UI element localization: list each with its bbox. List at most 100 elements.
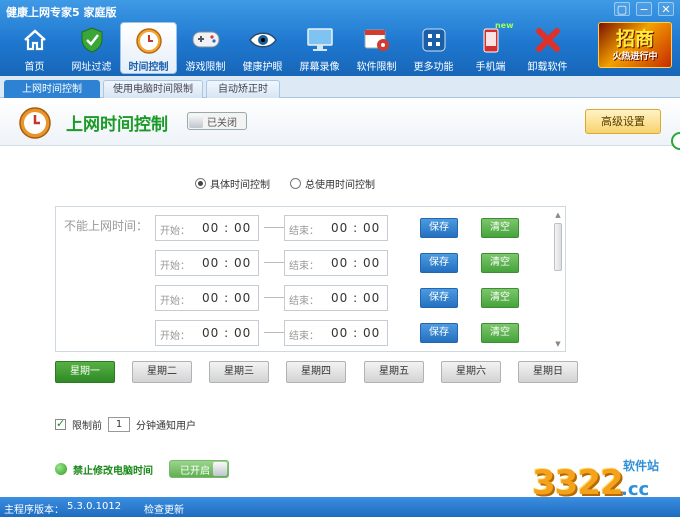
start-time-value: 00 : 00 bbox=[202, 221, 252, 235]
close-button[interactable]: ✕ bbox=[658, 2, 674, 16]
lock-time-label: 禁止修改电脑时间 bbox=[73, 465, 153, 477]
end-label: 结束： bbox=[289, 331, 319, 342]
notify-before-label: 限制前 bbox=[72, 421, 102, 432]
toolbar-label: 首页 bbox=[24, 62, 45, 73]
toolbar-uninstall[interactable]: 卸载软件 bbox=[519, 22, 576, 74]
save-button[interactable]: 保存 bbox=[420, 253, 458, 273]
toggle-knob bbox=[213, 462, 227, 476]
toolbar-home[interactable]: 首页 bbox=[6, 22, 63, 74]
toolbar-label: 软件限制 bbox=[356, 62, 397, 73]
check-update-link[interactable]: 检查更新 bbox=[144, 501, 184, 516]
grid-icon bbox=[419, 25, 449, 55]
promo-banner[interactable]: 招商 火热进行中 bbox=[598, 22, 672, 68]
time-row: 开始： 00 : 00 结束： 00 : 00 保存 清空 bbox=[56, 250, 556, 278]
tab-usage-limit[interactable]: 使用电脑时间限制 bbox=[103, 80, 203, 98]
end-time-field[interactable]: 结束： 00 : 00 bbox=[284, 215, 388, 241]
day-thursday[interactable]: 星期四 bbox=[286, 361, 346, 383]
day-saturday[interactable]: 星期六 bbox=[441, 361, 501, 383]
radio-total-time[interactable]: 总使用时间控制 bbox=[290, 176, 375, 191]
toggle-state-label: 已开启 bbox=[180, 466, 210, 477]
clear-button[interactable]: 清空 bbox=[481, 288, 519, 308]
time-row: 开始： 00 : 00 结束： 00 : 00 保存 清空 bbox=[56, 320, 556, 348]
day-sunday[interactable]: 星期日 bbox=[518, 361, 578, 383]
feature-toggle[interactable]: 已关闭 bbox=[187, 112, 247, 130]
title-toolbar-area: 健康上网专家5 家庭版 ▢ − ✕ 首页 网址过滤 时间控制 游戏限制 健康护眼… bbox=[0, 0, 680, 76]
clear-button[interactable]: 清空 bbox=[481, 218, 519, 238]
separator bbox=[264, 227, 284, 228]
radio-dot bbox=[195, 178, 206, 189]
start-time-value: 00 : 00 bbox=[202, 326, 252, 340]
window-controls: ▢ − ✕ bbox=[614, 2, 674, 16]
start-time-field[interactable]: 开始： 00 : 00 bbox=[155, 215, 259, 241]
scroll-down-arrow[interactable]: ▼ bbox=[553, 340, 563, 349]
save-button[interactable]: 保存 bbox=[420, 323, 458, 343]
time-row: 开始： 00 : 00 结束： 00 : 00 保存 清空 bbox=[56, 285, 556, 313]
toolbar-label: 健康护眼 bbox=[242, 62, 283, 73]
toolbar-label: 手机端 bbox=[475, 62, 506, 73]
end-time-value: 00 : 00 bbox=[331, 256, 381, 270]
notify-after-label: 分钟通知用户 bbox=[136, 421, 196, 432]
clear-button[interactable]: 清空 bbox=[481, 253, 519, 273]
x-icon bbox=[533, 25, 563, 55]
eye-icon bbox=[248, 25, 278, 55]
main-toolbar: 首页 网址过滤 时间控制 游戏限制 健康护眼 屏幕录像 软件限制 更多功能 ne… bbox=[6, 21, 576, 74]
skin-button[interactable]: ▢ bbox=[614, 2, 630, 16]
toolbar-url-filter[interactable]: 网址过滤 bbox=[63, 22, 120, 74]
day-monday[interactable]: 星期一 bbox=[55, 361, 115, 383]
start-time-field[interactable]: 开始： 00 : 00 bbox=[155, 250, 259, 276]
toolbar-eye-care[interactable]: 健康护眼 bbox=[234, 22, 291, 74]
separator bbox=[264, 332, 284, 333]
save-button[interactable]: 保存 bbox=[420, 288, 458, 308]
alarm-clock-icon bbox=[18, 105, 52, 142]
status-dot-icon bbox=[55, 463, 67, 475]
page-title: 上网时间控制 bbox=[66, 115, 168, 135]
toolbar-time-control[interactable]: 时间控制 bbox=[120, 22, 177, 74]
toolbar-more[interactable]: 更多功能 bbox=[405, 22, 462, 74]
radio-dot bbox=[290, 178, 301, 189]
end-time-value: 00 : 00 bbox=[331, 221, 381, 235]
end-time-field[interactable]: 结束： 00 : 00 bbox=[284, 285, 388, 311]
section-header: 上网时间控制 已关闭 高级设置 bbox=[0, 98, 680, 150]
radio-specific-time[interactable]: 具体时间控制 bbox=[195, 176, 270, 191]
toolbar-screen-record[interactable]: 屏幕录像 bbox=[291, 22, 348, 74]
disc-icon bbox=[362, 25, 392, 55]
end-time-field[interactable]: 结束： 00 : 00 bbox=[284, 320, 388, 346]
phone-icon: new bbox=[476, 21, 514, 55]
scroll-thumb[interactable] bbox=[554, 223, 562, 271]
minimize-button[interactable]: − bbox=[636, 2, 652, 16]
toolbar-label: 屏幕录像 bbox=[299, 62, 340, 73]
day-tuesday[interactable]: 星期二 bbox=[132, 361, 192, 383]
lock-time-toggle[interactable]: 已开启 bbox=[169, 460, 229, 478]
separator bbox=[264, 297, 284, 298]
promo-subtitle: 火热进行中 bbox=[612, 51, 658, 62]
status-bar: 主程序版本： 5.3.0.1012 检查更新 bbox=[0, 497, 680, 517]
tab-online-time[interactable]: 上网时间控制 bbox=[4, 80, 100, 99]
notify-checkbox[interactable] bbox=[55, 417, 66, 430]
home-icon bbox=[20, 25, 50, 55]
window-title: 健康上网专家5 家庭版 bbox=[6, 6, 117, 19]
clear-button[interactable]: 清空 bbox=[481, 323, 519, 343]
radio-label: 具体时间控制 bbox=[210, 180, 270, 191]
toolbar-mobile[interactable]: new 手机端 bbox=[462, 21, 519, 74]
version-label: 主程序版本： bbox=[4, 505, 64, 516]
end-time-field[interactable]: 结束： 00 : 00 bbox=[284, 250, 388, 276]
vertical-scrollbar[interactable]: ▲ ▼ bbox=[553, 211, 563, 349]
advanced-settings-button[interactable]: 高级设置 bbox=[585, 109, 661, 134]
toolbar-label: 游戏限制 bbox=[185, 62, 226, 73]
monitor-icon bbox=[305, 25, 335, 55]
scroll-up-arrow[interactable]: ▲ bbox=[553, 211, 563, 220]
save-button[interactable]: 保存 bbox=[420, 218, 458, 238]
tab-time-sync[interactable]: 自动矫正时间 bbox=[206, 80, 280, 112]
separator bbox=[264, 262, 284, 263]
toolbar-software-limit[interactable]: 软件限制 bbox=[348, 22, 405, 74]
notify-minutes-input[interactable]: 1 bbox=[108, 417, 130, 432]
start-time-value: 00 : 00 bbox=[202, 291, 252, 305]
end-label: 结束： bbox=[289, 226, 319, 237]
day-wednesday[interactable]: 星期三 bbox=[209, 361, 269, 383]
start-time-field[interactable]: 开始： 00 : 00 bbox=[155, 320, 259, 346]
toggle-knob bbox=[189, 114, 203, 128]
day-friday[interactable]: 星期五 bbox=[364, 361, 424, 383]
start-time-field[interactable]: 开始： 00 : 00 bbox=[155, 285, 259, 311]
radio-label: 总使用时间控制 bbox=[305, 180, 375, 191]
toolbar-game-limit[interactable]: 游戏限制 bbox=[177, 22, 234, 74]
